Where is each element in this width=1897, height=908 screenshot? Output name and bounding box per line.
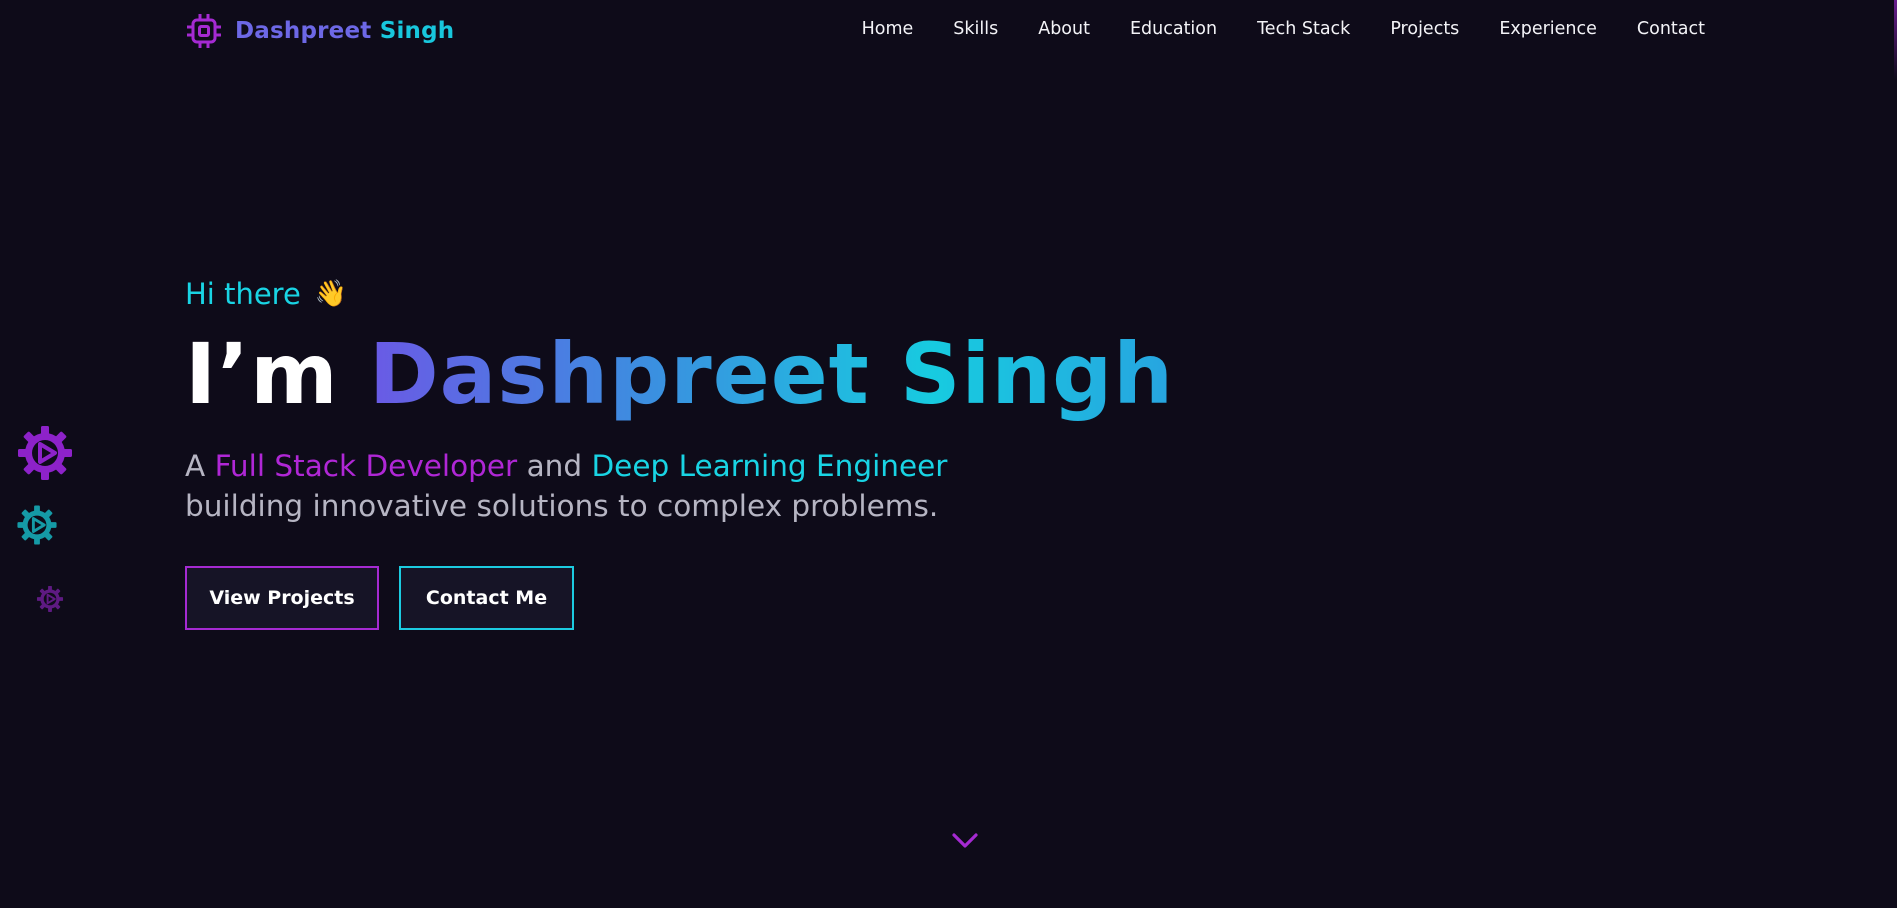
nav-links: Home Skills About Education Tech Stack P… [822, 19, 1705, 39]
brand-last-name: Singh [379, 18, 455, 44]
view-projects-button[interactable]: View Projects [185, 566, 379, 630]
waving-hand-icon: 👋 [314, 279, 348, 309]
chevron-down-icon[interactable] [951, 830, 979, 852]
page: Dashpreet Singh Home Skills About Educat… [0, 0, 1897, 908]
brand-first-name: Dashpreet [235, 18, 372, 44]
hero-tagline: A Full Stack Developer and Deep Learning… [185, 446, 1005, 526]
gear-icon [36, 585, 64, 613]
chip-icon [185, 12, 223, 50]
hero-buttons: View Projects Contact Me [185, 566, 574, 630]
nav-tech-stack[interactable]: Tech Stack [1257, 19, 1350, 39]
nav-experience[interactable]: Experience [1499, 19, 1597, 39]
nav-home[interactable]: Home [862, 19, 914, 39]
brand-logo-link[interactable]: Dashpreet Singh [185, 12, 454, 50]
navbar: Dashpreet Singh Home Skills About Educat… [0, 0, 1897, 62]
hero-name: Dashpreet Singh [368, 325, 1175, 423]
tagline-connector: and [526, 449, 583, 483]
tagline-suffix: building innovative solutions to complex… [185, 489, 939, 523]
headline-prefix: I’m [185, 325, 339, 423]
nav-contact[interactable]: Contact [1637, 19, 1705, 39]
gear-icon [16, 424, 74, 482]
role-deep-learning: Deep Learning Engineer [591, 449, 948, 483]
gear-icon [16, 504, 58, 546]
hero-section: Hi there 👋 I’m Dashpreet Singh A Full St… [185, 272, 1185, 630]
role-full-stack: Full Stack Developer [214, 449, 518, 483]
nav-skills[interactable]: Skills [953, 19, 998, 39]
greeting: Hi there 👋 [185, 272, 1185, 316]
greeting-text: Hi there [185, 277, 301, 311]
nav-education[interactable]: Education [1130, 19, 1217, 39]
tagline-prefix: A [185, 449, 206, 483]
contact-me-button[interactable]: Contact Me [399, 566, 574, 630]
nav-about[interactable]: About [1038, 19, 1090, 39]
nav-projects[interactable]: Projects [1390, 19, 1459, 39]
brand-name: Dashpreet Singh [235, 18, 454, 44]
hero-headline: I’m Dashpreet Singh [185, 326, 1185, 422]
